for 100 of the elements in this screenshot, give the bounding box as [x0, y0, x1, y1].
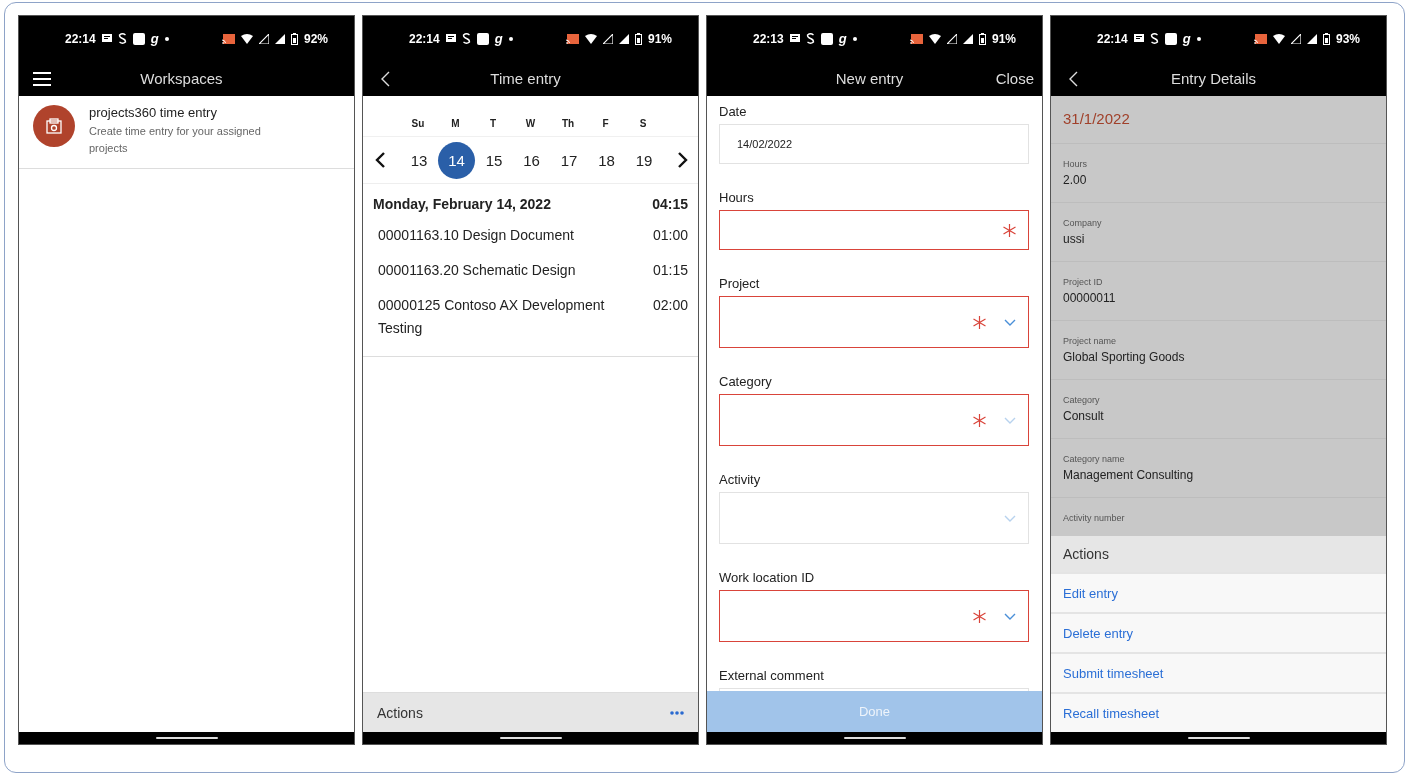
- field-label: Project: [719, 276, 761, 293]
- entry-hours: 01:00: [652, 226, 688, 245]
- weekday-label: T: [488, 118, 498, 131]
- app-glyph: g: [838, 31, 847, 46]
- actions-bar[interactable]: Actions: [363, 692, 698, 732]
- signal-icon: [258, 33, 269, 44]
- field-label: Hours: [719, 190, 755, 207]
- workspace-item[interactable]: projects360 time entry Create time entry for your assigned projects: [19, 96, 354, 169]
- dot-icon: [508, 36, 513, 41]
- detail-value: 00000011: [1063, 291, 1117, 305]
- status-time: 22:14: [409, 31, 440, 46]
- signal-icon: [618, 33, 629, 44]
- notification-icon: [461, 33, 471, 44]
- action-item[interactable]: Submit timesheet: [1051, 652, 1386, 692]
- app-icon: [1164, 32, 1177, 45]
- workspace-icon: [33, 105, 75, 147]
- app-icon: [476, 32, 489, 45]
- day-button[interactable]: 16: [513, 141, 550, 179]
- input-field[interactable]: 14/02/2022: [719, 124, 1029, 164]
- cast-icon: [909, 33, 923, 44]
- dropdown-field[interactable]: [719, 394, 1029, 446]
- signal-icon: [962, 33, 973, 44]
- status-time: 22:14: [65, 31, 96, 46]
- app-glyph: g: [150, 31, 159, 46]
- more-icon[interactable]: [670, 710, 684, 715]
- detail-value: Global Sporting Goods: [1063, 350, 1186, 364]
- entry-date: 31/1/2022: [1051, 96, 1386, 144]
- field-label: Category: [719, 374, 773, 391]
- battery-percentage: 92%: [303, 31, 328, 46]
- cast-icon: [1253, 33, 1267, 44]
- menu-icon[interactable]: [33, 71, 51, 86]
- cast-icon: [565, 33, 579, 44]
- day-button[interactable]: 13: [400, 141, 438, 179]
- entry-name[interactable]: 00001163.20 Schematic Design: [378, 259, 628, 282]
- battery-percentage: 91%: [991, 31, 1016, 46]
- input-field[interactable]: [719, 210, 1029, 250]
- required-icon: [973, 413, 986, 427]
- detail-value: Consult: [1063, 409, 1105, 423]
- workspace-description: Create time entry for your assigned projects: [89, 124, 262, 156]
- back-icon[interactable]: [1069, 70, 1078, 87]
- wifi-icon: [584, 33, 597, 44]
- detail-value: Management Consulting: [1063, 468, 1195, 482]
- back-icon[interactable]: [381, 70, 390, 87]
- entry-name[interactable]: 00000125 Contoso AX Development Testing: [378, 294, 628, 340]
- message-icon: [1133, 34, 1144, 43]
- battery-icon: [290, 32, 298, 45]
- signal-icon: [274, 33, 285, 44]
- previous-week-icon[interactable]: [375, 152, 385, 168]
- day-button[interactable]: 14: [438, 141, 475, 179]
- action-item[interactable]: Recall timesheet: [1051, 692, 1386, 732]
- status-time: 22:14: [1097, 31, 1128, 46]
- next-week-icon[interactable]: [678, 152, 688, 168]
- required-icon: [1003, 223, 1016, 237]
- detail-label: Company: [1063, 218, 1103, 228]
- dropdown-field[interactable]: [719, 296, 1029, 348]
- weekday-label: W: [524, 118, 537, 131]
- cast-icon: [221, 33, 235, 44]
- action-item[interactable]: Delete entry: [1051, 612, 1386, 652]
- day-button[interactable]: 19: [625, 141, 663, 179]
- battery-percentage: 91%: [647, 31, 672, 46]
- signal-icon: [946, 33, 957, 44]
- field-label: Activity: [719, 472, 762, 489]
- message-icon: [789, 34, 800, 43]
- wifi-icon: [240, 33, 253, 44]
- weekday-label: Su: [410, 118, 426, 131]
- day-button[interactable]: 17: [550, 141, 588, 179]
- close-link[interactable]: Close: [995, 70, 1034, 87]
- detail-label: Project ID: [1063, 277, 1104, 287]
- action-item[interactable]: Edit entry: [1051, 572, 1386, 612]
- field-label: Work location ID: [719, 570, 816, 587]
- detail-value: 2.00: [1063, 173, 1088, 187]
- workspace-title: projects360 time entry: [89, 105, 218, 120]
- notification-icon: [1149, 33, 1159, 44]
- battery-percentage: 93%: [1335, 31, 1360, 46]
- dropdown-field[interactable]: [719, 590, 1029, 642]
- entry-name[interactable]: 00001163.10 Design Document: [378, 224, 628, 247]
- entry-hours: 02:00: [652, 296, 688, 315]
- detail-label: Category name: [1063, 454, 1126, 464]
- wifi-icon: [928, 33, 941, 44]
- screen-title: Time entry: [489, 70, 562, 87]
- app-icon: [132, 32, 145, 45]
- battery-icon: [978, 32, 986, 45]
- signal-icon: [1306, 33, 1317, 44]
- day-button[interactable]: 15: [475, 141, 513, 179]
- weekday-label: F: [601, 118, 610, 131]
- signal-icon: [1290, 33, 1301, 44]
- detail-label: Activity number: [1063, 513, 1126, 523]
- day-total: 04:15: [652, 196, 688, 212]
- detail-label: Category: [1063, 395, 1101, 405]
- actions-label: Actions: [377, 704, 423, 721]
- day-button[interactable]: 18: [588, 141, 625, 179]
- app-icon: [820, 32, 833, 45]
- app-glyph: g: [494, 31, 503, 46]
- battery-icon: [634, 32, 642, 45]
- message-icon: [101, 34, 112, 43]
- screen-title: New entry: [834, 70, 905, 87]
- weekday-label: M: [450, 118, 461, 131]
- field-label: External comment: [719, 668, 825, 685]
- wifi-icon: [1272, 33, 1285, 44]
- dot-icon: [164, 36, 169, 41]
